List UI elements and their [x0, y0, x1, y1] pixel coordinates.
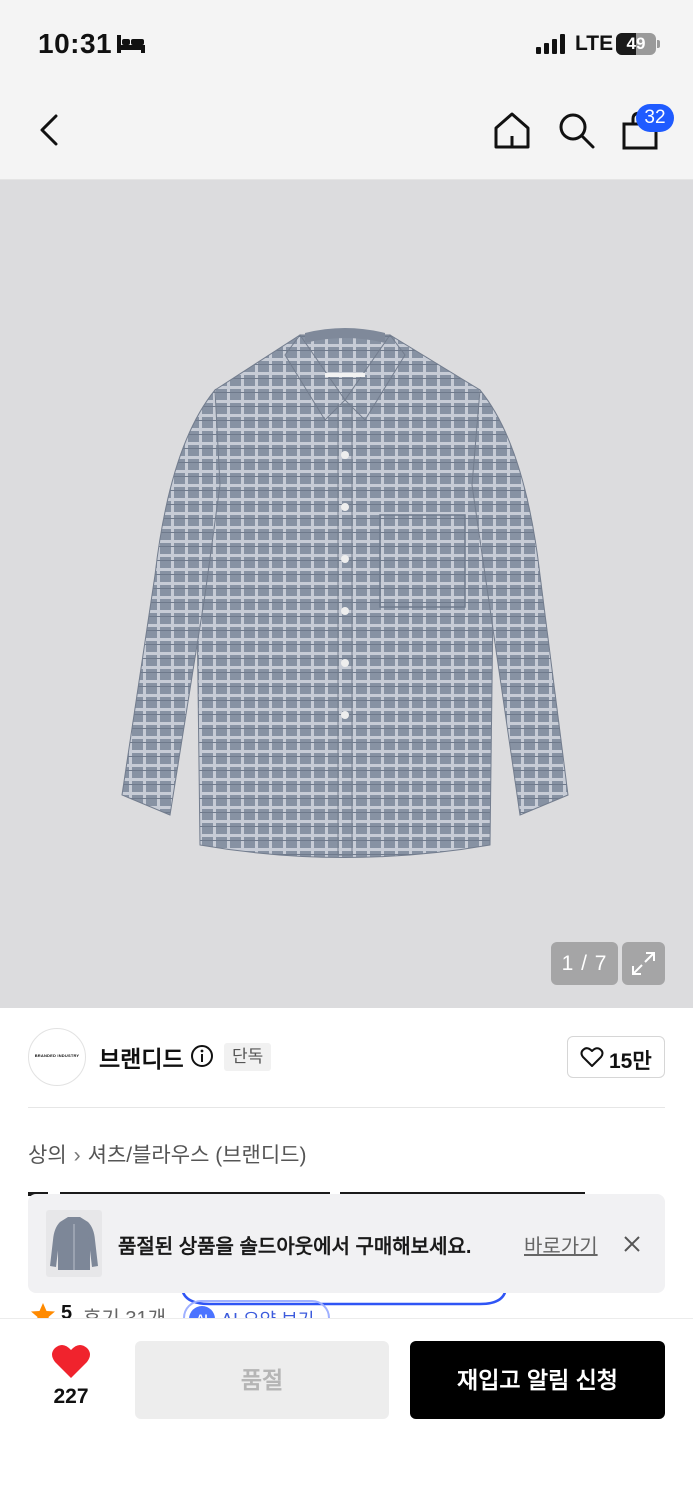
info-icon[interactable]: [190, 1044, 214, 1068]
ai-summary-button[interactable]: AI AI 요약 보기: [183, 1300, 330, 1320]
toast-link-button[interactable]: 바로가기: [524, 1230, 598, 1259]
restock-alert-button[interactable]: 재입고 알림 신청: [410, 1341, 665, 1419]
heart-outline-icon: [580, 1047, 604, 1067]
home-icon[interactable]: [490, 108, 534, 152]
product-photo-shirt: [121, 328, 569, 858]
brand-logo[interactable]: BRANDED INDUSTRY: [28, 1028, 86, 1086]
search-icon[interactable]: [554, 108, 598, 152]
soldout-toast: 품절된 상품을 솔드아웃에서 구매해보세요. 바로가기: [28, 1194, 665, 1293]
brand-name[interactable]: 브랜디드: [99, 1040, 184, 1074]
bottom-action-bar: 227 품절 재입고 알림 신청: [0, 1318, 693, 1500]
cellular-signal-icon: [536, 34, 565, 54]
brand-like-count: 15만: [609, 1050, 652, 1073]
chevron-right-icon: ›: [73, 1144, 81, 1167]
close-icon[interactable]: [620, 1232, 644, 1256]
status-bar: 10:31 LTE 49: [0, 0, 693, 88]
breadcrumb-item-shirts[interactable]: 셔츠/블라우스 (브랜디드): [88, 1144, 307, 1167]
soldout-button: 품절: [135, 1341, 389, 1419]
sleep-mode-icon: [117, 35, 145, 53]
back-icon[interactable]: [30, 108, 70, 152]
cart-count-badge: 32: [636, 104, 674, 132]
expand-icon[interactable]: [622, 942, 665, 985]
battery-indicator: 49: [616, 33, 660, 55]
top-navigation: [0, 88, 693, 180]
image-counter: 1 / 7: [551, 942, 618, 985]
product-image-gallery[interactable]: 1 / 7: [0, 180, 693, 1008]
brand-logo-text: BRANDED INDUSTRY: [34, 1053, 80, 1058]
status-time: 10:31: [38, 28, 113, 59]
brand-like-button[interactable]: 15만: [567, 1036, 665, 1078]
breadcrumb-item-top[interactable]: 상의: [28, 1144, 67, 1167]
toast-message: 품절된 상품을 솔드아웃에서 구매해보세요.: [118, 1236, 472, 1258]
toast-product-thumbnail: [46, 1210, 102, 1277]
heart-filled-icon[interactable]: [51, 1344, 91, 1380]
network-type: LTE: [575, 32, 614, 55]
exclusive-badge: 단독: [224, 1043, 272, 1071]
divider: [28, 1107, 665, 1108]
breadcrumb: 상의 › 셔츠/블라우스 (브랜디드): [28, 1139, 307, 1169]
battery-level: 49: [626, 34, 646, 53]
wish-count: 227: [53, 1385, 89, 1408]
rating-row: 5 후기 31개 AI AI 요약 보기: [28, 1300, 528, 1320]
